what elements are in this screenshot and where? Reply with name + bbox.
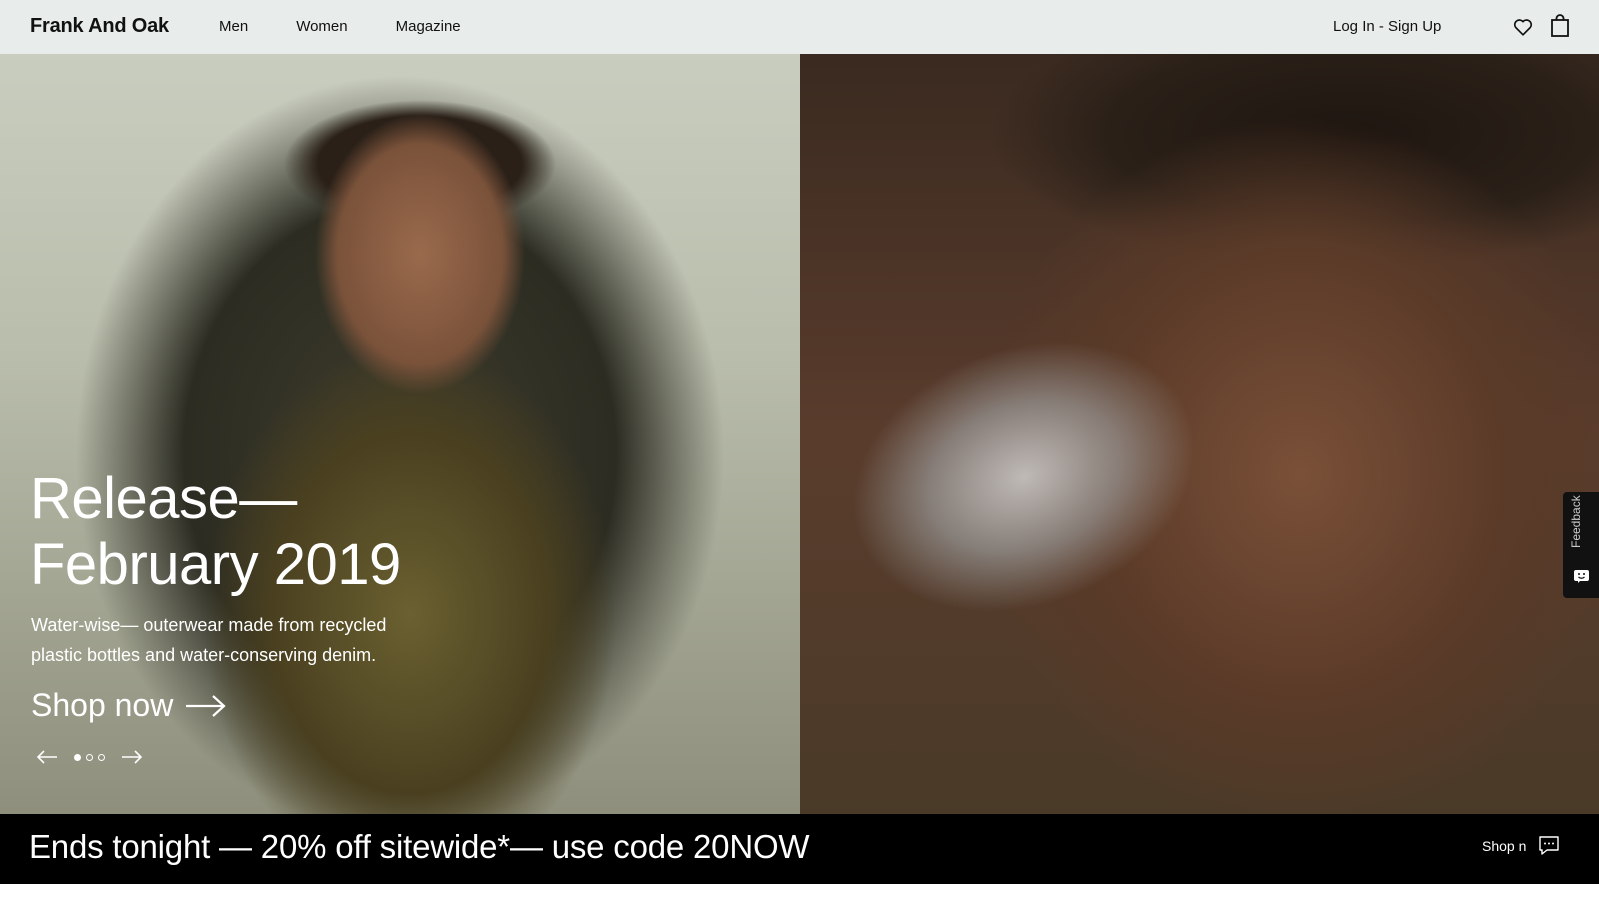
chat-icon[interactable]	[1538, 834, 1560, 856]
feedback-label: Feedback	[1569, 495, 1583, 548]
hero-banner: Release— February 2019 Water-wise— outer…	[0, 54, 1599, 814]
nav-item-men[interactable]: Men	[219, 18, 248, 35]
slider-dots	[74, 753, 105, 761]
promo-text: Ends tonight — 20% off sitewide*— use co…	[29, 828, 810, 865]
hero-headline: Release— February 2019	[30, 466, 401, 598]
arrow-right-icon	[186, 694, 226, 717]
hero-headline-line2: February 2019	[30, 532, 401, 597]
shopping-bag-icon[interactable]	[1550, 14, 1570, 38]
main-nav: Men Women Magazine	[219, 18, 509, 35]
slider-next-icon[interactable]	[121, 750, 143, 764]
feedback-tab[interactable]: Feedback	[1563, 492, 1599, 598]
hero-headline-line1: Release—	[30, 466, 297, 531]
shop-now-button[interactable]: Shop now	[31, 687, 227, 724]
slider-prev-icon[interactable]	[36, 750, 58, 764]
smiley-icon	[1574, 570, 1589, 583]
nav-item-magazine[interactable]: Magazine	[396, 18, 461, 35]
page-bottom-strip	[0, 884, 1599, 900]
heart-icon[interactable]	[1512, 16, 1534, 38]
nav-item-women[interactable]: Women	[296, 18, 347, 35]
slider-dot-1[interactable]	[74, 753, 81, 761]
promo-bar: Ends tonight — 20% off sitewide*— use co…	[0, 814, 1599, 884]
slider-controls	[36, 750, 143, 764]
slider-dot-3[interactable]	[98, 753, 105, 761]
slider-dot-2[interactable]	[86, 753, 93, 761]
shop-now-label: Shop now	[31, 687, 174, 723]
promo-shop-link[interactable]: Shop n	[1482, 838, 1526, 854]
hero-subtext: Water-wise— outerwear made from recycled…	[31, 615, 387, 665]
brand-logo[interactable]: Frank And Oak	[30, 15, 169, 38]
site-header: Frank And Oak Men Women Magazine Log In …	[0, 0, 1599, 54]
login-signup-link[interactable]: Log In - Sign Up	[1333, 18, 1441, 35]
